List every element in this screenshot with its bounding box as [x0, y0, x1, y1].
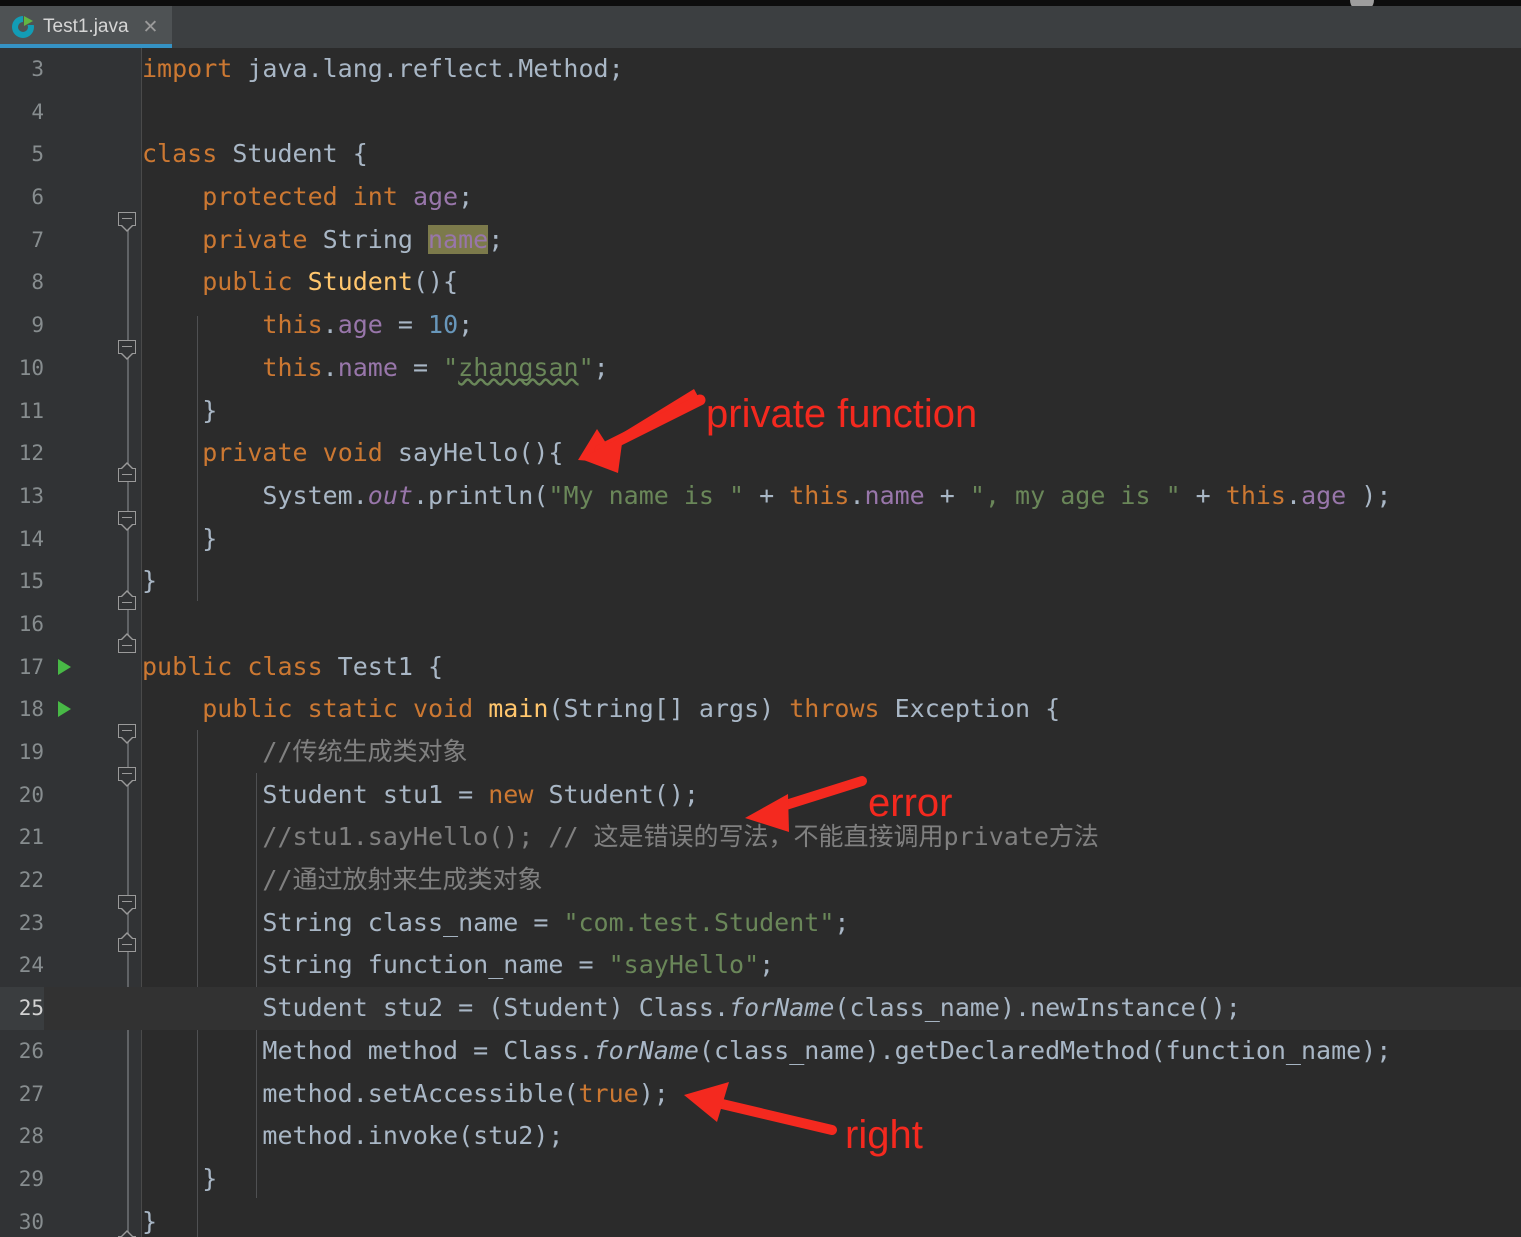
- line-number: 24: [18, 953, 44, 978]
- code-text: method.invoke(stu2);: [262, 1121, 564, 1151]
- code-text: public class Test1 {: [142, 651, 444, 681]
- line-number: 16: [18, 611, 44, 636]
- code-line-5[interactable]: 5 class Student {: [0, 133, 1521, 176]
- line-number: 22: [18, 868, 44, 893]
- code-line-17[interactable]: 17 public class Test1 {: [0, 646, 1521, 689]
- code-line-19[interactable]: 19 //传统生成类对象: [0, 731, 1521, 774]
- line-number: 9: [31, 313, 44, 338]
- ide-window: Test1.java ✕ 3 import java.lang.reflect.M…: [0, 0, 1521, 1237]
- code-text: Student stu1 = new Student();: [262, 779, 699, 809]
- line-number: 14: [18, 526, 44, 551]
- code-line-28[interactable]: 28 method.invoke(stu2);: [0, 1115, 1521, 1158]
- code-line-16[interactable]: 16: [0, 603, 1521, 646]
- code-text: method.setAccessible(true);: [262, 1078, 669, 1108]
- code-line-20[interactable]: 20 Student stu1 = new Student();: [0, 774, 1521, 817]
- code-line-25[interactable]: 25 Student stu2 = (Student) Class.forNam…: [0, 987, 1521, 1030]
- code-line-18[interactable]: 18 public static void main(String[] args…: [0, 688, 1521, 731]
- code-lines: 3 import java.lang.reflect.Method; 4 5 class…: [0, 48, 1521, 1237]
- code-text: //通过放射来生成类对象: [262, 865, 543, 895]
- code-line-27[interactable]: 27 method.setAccessible(true);: [0, 1073, 1521, 1116]
- code-line-29[interactable]: 29 }: [0, 1158, 1521, 1201]
- line-number: 30: [18, 1209, 44, 1234]
- line-number: 18: [18, 697, 44, 722]
- code-line-30[interactable]: 30}: [0, 1201, 1521, 1237]
- code-text: private void sayHello(){: [202, 438, 564, 468]
- run-gutter-icon[interactable]: [58, 658, 71, 675]
- code-text: protected int age;: [202, 182, 474, 212]
- line-number: 20: [18, 782, 44, 807]
- code-line-11[interactable]: 11 }: [0, 390, 1521, 433]
- code-text: this.age = 10;: [262, 310, 474, 340]
- line-number: 27: [18, 1081, 44, 1106]
- code-text: this.name = "zhangsan";: [262, 352, 609, 382]
- line-number: 26: [18, 1038, 44, 1063]
- line-number: 11: [18, 398, 44, 423]
- java-class-icon: [12, 16, 34, 38]
- code-text: public Student(){: [202, 267, 459, 297]
- code-text: public static void main(String[] args) t…: [202, 694, 1061, 724]
- code-line-8[interactable]: 8 public Student(){: [0, 261, 1521, 304]
- line-number: 17: [18, 654, 44, 679]
- line-number: 4: [31, 99, 44, 124]
- line-number: 19: [18, 740, 44, 764]
- run-gutter-icon[interactable]: [58, 701, 71, 718]
- code-text: }: [142, 566, 158, 596]
- line-number: 12: [18, 441, 44, 466]
- line-number: 23: [18, 910, 44, 935]
- code-line-26[interactable]: 26 Method method = Class.forName(class_n…: [0, 1030, 1521, 1073]
- line-number: 7: [31, 227, 44, 252]
- code-line-9[interactable]: 9 this.age = 10;: [0, 304, 1521, 347]
- code-text: //传统生成类对象: [262, 737, 468, 766]
- tab-label: Test1.java: [43, 16, 129, 37]
- code-line-3[interactable]: 3 import java.lang.reflect.Method;: [0, 48, 1521, 91]
- line-number: 29: [18, 1166, 44, 1191]
- line-number: 28: [18, 1124, 44, 1149]
- code-text: Student stu2 = (Student) Class.forName(c…: [262, 993, 1241, 1023]
- code-text: }: [142, 1163, 218, 1193]
- code-line-12[interactable]: 12 private void sayHello(){: [0, 432, 1521, 475]
- line-number: 25: [0, 987, 44, 1030]
- close-icon[interactable]: ✕: [143, 18, 159, 37]
- code-text: Method method = Class.forName(class_name…: [262, 1035, 1392, 1065]
- line-number: 21: [18, 825, 44, 850]
- line-number: 8: [31, 270, 44, 295]
- line-number: 5: [31, 142, 44, 167]
- line-number: 6: [31, 185, 44, 210]
- code-line-13[interactable]: 13 System.out.println("My name is " + th…: [0, 475, 1521, 518]
- code-text: class Student {: [142, 139, 368, 169]
- code-editor[interactable]: 3 import java.lang.reflect.Method; 4 5 class…: [0, 48, 1521, 1237]
- line-number: 3: [31, 57, 44, 81]
- code-line-22[interactable]: 22 //通过放射来生成类对象: [0, 859, 1521, 902]
- code-line-10[interactable]: 10 this.name = "zhangsan";: [0, 347, 1521, 390]
- code-line-4[interactable]: 4: [0, 91, 1521, 134]
- code-text: System.out.println("My name is " + this.…: [262, 480, 1392, 510]
- code-text: }: [142, 1206, 158, 1236]
- line-number: 13: [18, 483, 44, 508]
- line-number: 10: [18, 355, 44, 380]
- code-line-6[interactable]: 6 protected int age;: [0, 176, 1521, 219]
- code-text: String class_name = "com.test.Student";: [262, 907, 850, 937]
- code-line-21[interactable]: 21 //stu1.sayHello(); // 这是错误的写法，不能直接调用p…: [0, 816, 1521, 859]
- code-line-14[interactable]: 14 }: [0, 518, 1521, 561]
- code-line-24[interactable]: 24 String function_name = "sayHello";: [0, 944, 1521, 987]
- code-text: private String name;: [202, 224, 504, 254]
- code-text: }: [142, 523, 218, 553]
- code-line-15[interactable]: 15}: [0, 560, 1521, 603]
- code-text: String function_name = "sayHello";: [262, 950, 775, 980]
- code-text: //stu1.sayHello(); // 这是错误的写法，不能直接调用priv…: [262, 822, 1099, 852]
- code-text: }: [142, 395, 218, 425]
- code-line-7[interactable]: 7 private String name;: [0, 219, 1521, 262]
- code-line-23[interactable]: 23 String class_name = "com.test.Student…: [0, 902, 1521, 945]
- editor-tab-bar: Test1.java ✕: [0, 6, 1521, 49]
- line-number: 15: [18, 569, 44, 594]
- code-text: import java.lang.reflect.Method;: [142, 54, 624, 83]
- tab-test1-java[interactable]: Test1.java ✕: [0, 6, 173, 48]
